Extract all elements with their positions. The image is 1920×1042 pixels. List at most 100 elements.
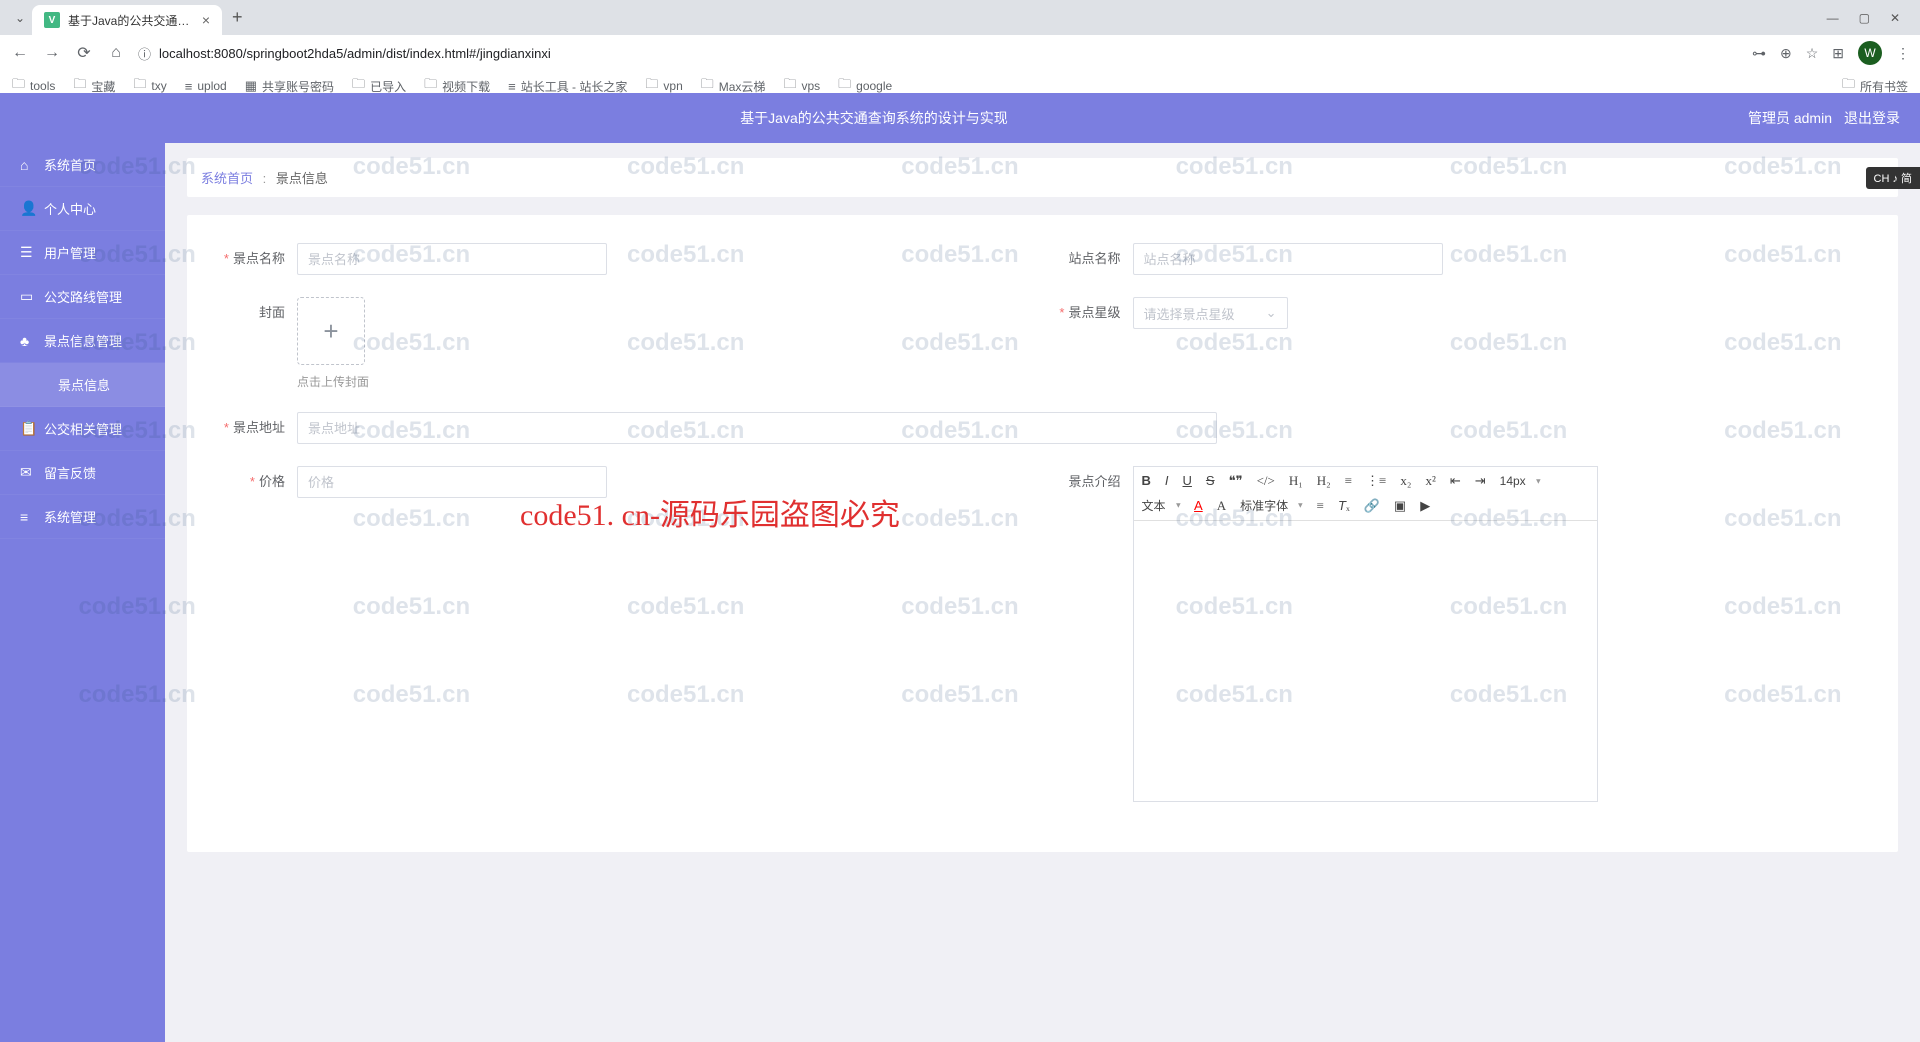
content: 系统首页 : 景点信息 CH ♪ 简 景点名称 站点名称: [165, 143, 1920, 1042]
sidebar-item-feedback[interactable]: ✉留言反馈: [0, 451, 165, 495]
quote-button[interactable]: ❝❞: [1229, 473, 1243, 489]
sidebar-item-attraction-info[interactable]: 景点信息: [0, 363, 165, 407]
file-icon: ≡: [508, 79, 516, 94]
indent-button[interactable]: ⇥: [1475, 473, 1486, 489]
link-button[interactable]: 🔗: [1364, 498, 1380, 514]
bookmark-star-icon[interactable]: ☆: [1806, 45, 1819, 62]
menu-icon[interactable]: ⋮: [1896, 45, 1910, 62]
header-user-area: 管理员 admin 退出登录: [1748, 108, 1920, 128]
logout-link[interactable]: 退出登录: [1844, 108, 1900, 128]
reload-button[interactable]: ⟳: [74, 43, 94, 63]
file-icon: ≡: [185, 79, 193, 94]
app: 基于Java的公共交通查询系统的设计与实现 管理员 admin 退出登录 ⌂系统…: [0, 93, 1920, 1042]
bgcolor-button[interactable]: A: [1217, 498, 1226, 514]
url-box[interactable]: ⓘ localhost:8080/springboot2hda5/admin/d…: [138, 44, 1740, 63]
tab-favicon-icon: V: [44, 12, 60, 28]
subscript-button[interactable]: x₂: [1400, 473, 1411, 489]
minimize-button[interactable]: —: [1827, 11, 1839, 25]
star-label: 景点星级: [1043, 297, 1133, 329]
name-label: 景点名称: [207, 243, 297, 275]
ime-badge[interactable]: CH ♪ 简: [1866, 167, 1920, 189]
message-icon: ✉: [20, 464, 32, 481]
home-button[interactable]: ⌂: [106, 44, 126, 62]
info-icon: ♣: [20, 333, 29, 349]
site-info-icon[interactable]: ⓘ: [138, 44, 151, 63]
user-icon: 👤: [20, 200, 37, 217]
strike-button[interactable]: S: [1206, 473, 1215, 489]
bookmark-item[interactable]: ≡uplod: [185, 79, 227, 94]
intro-label: 景点介绍: [1043, 466, 1133, 498]
color-button[interactable]: A: [1194, 498, 1203, 514]
addr-input[interactable]: [297, 412, 1217, 444]
bookmark-item[interactable]: ▦共享账号密码: [245, 78, 334, 95]
upload-cover-button[interactable]: +: [297, 297, 365, 365]
app-header: 基于Java的公共交通查询系统的设计与实现 管理员 admin 退出登录: [0, 93, 1920, 143]
maximize-button[interactable]: ▢: [1859, 11, 1870, 25]
code-button[interactable]: </>: [1257, 473, 1275, 489]
ul-button[interactable]: ⋮≡: [1366, 473, 1386, 489]
sidebar-item-routes[interactable]: ▭公交路线管理: [0, 275, 165, 319]
star-select[interactable]: 请选择景点星级 ⌄: [1133, 297, 1288, 329]
window-controls: — ▢ ✕: [1827, 11, 1920, 25]
upload-hint: 点击上传封面: [297, 373, 369, 390]
editor-body[interactable]: [1134, 521, 1597, 801]
station-input[interactable]: [1133, 243, 1443, 275]
fontfamily-select[interactable]: 标准字体: [1240, 497, 1303, 514]
outdent-button[interactable]: ⇤: [1450, 473, 1461, 489]
sidebar-item-users[interactable]: ☰用户管理: [0, 231, 165, 275]
user-label[interactable]: 管理员 admin: [1748, 108, 1832, 128]
sidebar: ⌂系统首页 👤个人中心 ☰用户管理 ▭公交路线管理 ♣景点信息管理 景点信息 📋…: [0, 143, 165, 1042]
price-label: 价格: [207, 466, 297, 498]
superscript-button[interactable]: x²: [1425, 473, 1435, 489]
close-window-button[interactable]: ✕: [1890, 11, 1900, 25]
browser-chrome: ⌄ V 基于Java的公共交通查询系 × + — ▢ ✕ ← → ⟳ ⌂ ⓘ l…: [0, 0, 1920, 102]
list-icon: ☰: [20, 244, 33, 261]
breadcrumb-current: 景点信息: [276, 171, 328, 186]
texttype-select[interactable]: 文本: [1142, 497, 1181, 514]
clear-button[interactable]: Tₓ: [1338, 498, 1350, 514]
home-icon: ⌂: [20, 157, 28, 173]
sheet-icon: ▦: [245, 78, 257, 94]
sidebar-item-profile[interactable]: 👤个人中心: [0, 187, 165, 231]
sidebar-item-attractions[interactable]: ♣景点信息管理: [0, 319, 165, 363]
form-card: 景点名称 站点名称 封面 + 点击上传封面: [187, 215, 1898, 852]
underline-button[interactable]: U: [1183, 473, 1192, 489]
tab-bar: ⌄ V 基于Java的公共交通查询系 × + — ▢ ✕: [0, 0, 1920, 35]
clipboard-icon: 📋: [20, 420, 37, 437]
profile-avatar[interactable]: W: [1858, 41, 1882, 65]
tab-close-icon[interactable]: ×: [202, 12, 210, 28]
h2-button[interactable]: H₂: [1317, 473, 1331, 489]
address-bar: ← → ⟳ ⌂ ⓘ localhost:8080/springboot2hda5…: [0, 35, 1920, 71]
align-button[interactable]: ≡: [1317, 498, 1324, 514]
image-button[interactable]: ▣: [1394, 498, 1406, 514]
video-button[interactable]: ▶: [1420, 498, 1430, 514]
italic-button[interactable]: I: [1165, 473, 1169, 489]
back-button[interactable]: ←: [10, 44, 30, 62]
settings-icon: ≡: [20, 509, 28, 525]
sidebar-item-system[interactable]: ≡系统管理: [0, 495, 165, 539]
browser-tab[interactable]: V 基于Java的公共交通查询系 ×: [32, 5, 222, 35]
price-input[interactable]: [297, 466, 607, 498]
breadcrumb: 系统首页 : 景点信息: [187, 158, 1898, 197]
rich-editor: B I U S ❝❞ </> H₁ H₂ ≡ ⋮≡ x₂: [1133, 466, 1598, 802]
new-tab-button[interactable]: +: [222, 7, 253, 28]
forward-button[interactable]: →: [42, 44, 62, 62]
cover-label: 封面: [207, 297, 297, 329]
tab-dropdown-icon[interactable]: ⌄: [8, 11, 32, 25]
sidebar-item-bus-related[interactable]: 📋公交相关管理: [0, 407, 165, 451]
breadcrumb-home[interactable]: 系统首页: [201, 171, 253, 186]
url-text: localhost:8080/springboot2hda5/admin/dis…: [159, 46, 551, 61]
bold-button[interactable]: B: [1142, 473, 1151, 489]
sidebar-item-home[interactable]: ⌂系统首页: [0, 143, 165, 187]
bookmark-item[interactable]: ≡站长工具 - 站长之家: [508, 78, 627, 95]
extensions-icon[interactable]: ⊞: [1832, 45, 1844, 62]
editor-toolbar: B I U S ❝❞ </> H₁ H₂ ≡ ⋮≡ x₂: [1134, 467, 1597, 521]
fontsize-select[interactable]: 14px: [1500, 474, 1541, 488]
name-input[interactable]: [297, 243, 607, 275]
translate-icon[interactable]: ⊕: [1780, 45, 1792, 62]
h1-button[interactable]: H₁: [1289, 473, 1303, 489]
app-title: 基于Java的公共交通查询系统的设计与实现: [0, 108, 1748, 128]
addr-label: 景点地址: [207, 412, 297, 444]
key-icon[interactable]: ⊶: [1752, 45, 1766, 62]
ol-button[interactable]: ≡: [1345, 473, 1352, 489]
